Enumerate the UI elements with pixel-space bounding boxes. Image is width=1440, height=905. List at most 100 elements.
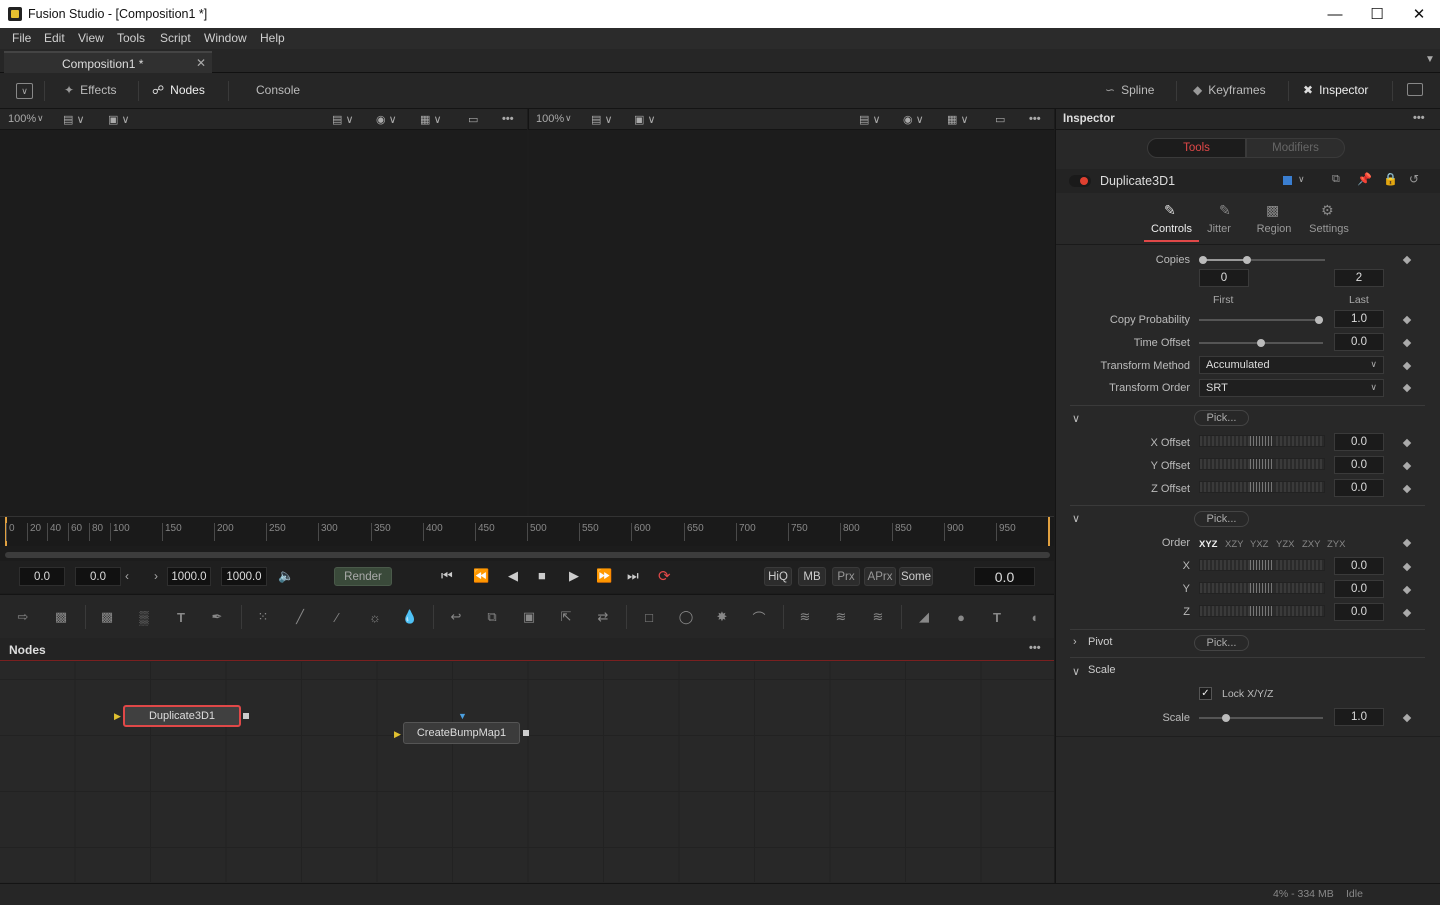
tracker-icon[interactable]: ≋ — [796, 609, 814, 625]
go-to-end-icon[interactable]: ⏭ — [627, 568, 639, 584]
rotation-collapse-icon[interactable]: ∨ — [1072, 512, 1080, 525]
menu-window[interactable]: Window — [204, 31, 247, 45]
tab-composition1[interactable]: Composition1 * ✕ — [4, 51, 212, 73]
keyframe-diamond-icon[interactable] — [1402, 383, 1412, 393]
keyframe-diamond-icon[interactable] — [1402, 461, 1412, 471]
viewer1-color-icon[interactable]: ◉ ∨ — [376, 113, 397, 126]
shape-3d-icon[interactable]: ● — [952, 609, 970, 625]
scale-input[interactable]: 1.0 — [1334, 708, 1384, 726]
global-start-field[interactable]: 0.0 — [19, 567, 65, 586]
transform-icon[interactable]: ⇱ — [557, 609, 575, 625]
loop-icon[interactable]: ⟳ — [658, 567, 671, 585]
viewer-right[interactable] — [529, 130, 1054, 516]
loader-icon[interactable]: ⇨ — [14, 609, 32, 625]
current-time-field[interactable]: 0.0 — [974, 567, 1035, 586]
text-icon[interactable]: T — [172, 609, 190, 625]
keyframe-diamond-icon[interactable] — [1402, 338, 1412, 348]
rotation-pick-button[interactable]: Pick... — [1194, 511, 1249, 527]
viewer2-roi-icon[interactable]: ▣ ∨ — [634, 113, 656, 126]
viewer2-color-icon[interactable]: ◉ ∨ — [903, 113, 924, 126]
subtab-settings[interactable]: ⚙ Settings — [1309, 202, 1364, 242]
keyframe-diamond-icon[interactable] — [1402, 608, 1412, 618]
viewer1-zoom[interactable]: 100% — [8, 113, 36, 125]
subtab-jitter[interactable]: ✎ Jitter — [1199, 202, 1254, 242]
render-start-field[interactable]: 0.0 — [75, 567, 121, 586]
viewer1-frame-icon[interactable]: ▭ — [468, 113, 478, 126]
order-zxy[interactable]: ZXY — [1302, 539, 1320, 550]
translation-pick-button[interactable]: Pick... — [1194, 410, 1249, 426]
camera-tracker-icon[interactable]: ≋ — [869, 609, 887, 625]
keyframes-button[interactable]: ◆ Keyframes — [1193, 83, 1266, 97]
order-yxz[interactable]: YXZ — [1250, 539, 1268, 550]
tool-toggle[interactable] — [1069, 175, 1091, 187]
aprx-button[interactable]: APrx — [864, 567, 896, 586]
step-back-icon[interactable]: ⏪ — [473, 568, 489, 584]
keyframe-diamond-icon[interactable] — [1402, 538, 1412, 548]
planar-tracker-icon[interactable]: ≋ — [832, 609, 850, 625]
go-to-start-icon[interactable]: ⏮ — [441, 568, 453, 584]
translation-collapse-icon[interactable]: ∨ — [1072, 412, 1080, 425]
copy-probability-knob[interactable] — [1315, 316, 1323, 324]
renderer-3d-icon[interactable]: ◖ — [1025, 609, 1043, 625]
copies-first-input[interactable]: 0 — [1199, 269, 1249, 287]
time-offset-input[interactable]: 0.0 — [1334, 333, 1384, 351]
pin-icon[interactable]: 📌 — [1357, 172, 1372, 186]
chevron-left-icon[interactable]: ‹ — [125, 569, 129, 583]
copies-last-input[interactable]: 2 — [1334, 269, 1384, 287]
play-icon[interactable]: ▶ — [569, 568, 579, 584]
particles-icon[interactable]: ⁙ — [254, 609, 272, 625]
background-icon[interactable]: ▩ — [98, 609, 116, 625]
color-curves-icon[interactable]: ╱ — [291, 609, 309, 625]
rotation-z-thumbwheel[interactable] — [1199, 605, 1325, 617]
keyframe-diamond-icon[interactable] — [1402, 562, 1412, 572]
merge-icon[interactable]: ↩ — [447, 609, 465, 625]
rotation-y-input[interactable]: 0.0 — [1334, 580, 1384, 598]
transform-method-select[interactable]: Accumulated ∨ — [1199, 356, 1384, 374]
time-scrollbar[interactable] — [5, 552, 1050, 558]
order-yzx[interactable]: YZX — [1276, 539, 1294, 550]
x-offset-thumbwheel[interactable] — [1199, 435, 1325, 447]
render-end-marker[interactable] — [1048, 517, 1050, 546]
node-createbumpmap1[interactable]: CreateBumpMap1 — [403, 722, 520, 744]
rectangle-mask-icon[interactable]: □ — [640, 609, 658, 625]
menu-script[interactable]: Script — [160, 31, 191, 45]
polygon-mask-icon[interactable]: ✸ — [713, 609, 731, 625]
hiq-button[interactable]: HiQ — [764, 567, 792, 586]
nodes-more-icon[interactable]: ••• — [1029, 642, 1041, 654]
inspector-more-icon[interactable]: ••• — [1413, 112, 1425, 124]
render-button[interactable]: Render — [334, 567, 392, 586]
viewer1-roi-icon[interactable]: ▣ ∨ — [108, 113, 130, 126]
panel-toggle-icon[interactable]: ∨ — [16, 83, 33, 99]
tab-menu-icon[interactable]: ▼ — [1425, 54, 1435, 65]
text-3d-icon[interactable]: T — [988, 609, 1006, 625]
pivot-label[interactable]: Pivot — [1088, 636, 1112, 648]
keyframe-diamond-icon[interactable] — [1402, 255, 1412, 265]
saver-icon[interactable]: ▩ — [52, 609, 70, 625]
input-triangle-icon[interactable]: ▶ — [394, 729, 401, 740]
global-end-field[interactable]: 1000.0 — [221, 567, 267, 586]
node-graph[interactable]: ▶ Duplicate3D1 ▼ ▶ CreateBumpMap1 — [0, 662, 1054, 882]
menu-file[interactable]: File — [12, 31, 31, 45]
keyframe-diamond-icon[interactable] — [1402, 484, 1412, 494]
time-ruler[interactable]: 0 20 40 60 80 100 150 200 250 300 350 40… — [0, 516, 1054, 546]
chevron-down-icon[interactable]: ∨ — [1298, 174, 1305, 185]
mb-button[interactable]: MB — [798, 567, 826, 586]
lock-icon[interactable]: 🔒 — [1383, 172, 1398, 186]
x-offset-input[interactable]: 0.0 — [1334, 433, 1384, 451]
monitor-icon[interactable] — [1407, 83, 1423, 96]
subtab-region[interactable]: ▩ Region — [1254, 202, 1309, 242]
y-offset-input[interactable]: 0.0 — [1334, 456, 1384, 474]
paint-icon[interactable]: ✒ — [208, 609, 226, 625]
order-xzy[interactable]: XZY — [1225, 539, 1243, 550]
step-forward-icon[interactable]: ⏩ — [596, 568, 612, 584]
speaker-icon[interactable]: 🔈 — [278, 568, 294, 584]
keyframe-diamond-icon[interactable] — [1402, 713, 1412, 723]
tab-tools[interactable]: Tools — [1147, 138, 1246, 158]
lock-xyz-checkbox[interactable]: ✓ — [1199, 687, 1212, 700]
keyframe-diamond-icon[interactable] — [1402, 585, 1412, 595]
version-icon[interactable]: ⧉ — [1332, 173, 1340, 186]
effect-mask-triangle-icon[interactable]: ▼ — [458, 711, 467, 721]
inspector-button[interactable]: ✖ Inspector — [1303, 83, 1368, 97]
order-xyz[interactable]: XYZ — [1199, 539, 1217, 550]
effects-button[interactable]: ✦ Effects — [64, 83, 117, 97]
